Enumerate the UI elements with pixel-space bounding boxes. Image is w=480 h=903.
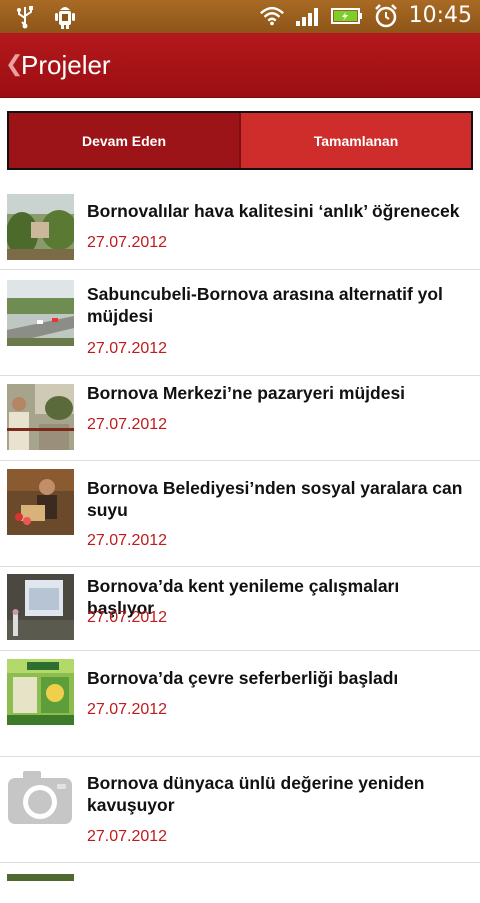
- item-date: 27.07.2012: [87, 828, 168, 845]
- thumbnail-image: [7, 384, 74, 450]
- segmented-tabs: Devam Eden Tamamlanan: [7, 111, 473, 170]
- item-title: Sabuncubeli-Bornova arasına alternatif y…: [87, 284, 443, 326]
- list-item[interactable]: Bornovalılar hava kalitesini ‘anlık’ öğr…: [0, 185, 480, 270]
- thumbnail-image: [7, 871, 74, 881]
- item-date: 27.07.2012: [87, 532, 168, 549]
- item-title: Bornova dünyaca ünlü değerine yeniden ka…: [87, 773, 425, 815]
- thumbnail-image: [7, 280, 74, 346]
- status-bar: 10:45: [0, 0, 480, 33]
- status-right: 10:45: [259, 3, 472, 29]
- list-item[interactable]: Bornova’da kent yenileme çalışmaları baş…: [0, 567, 480, 651]
- list-item[interactable]: Sabuncubeli-Bornova arasına alternatif y…: [0, 270, 480, 376]
- thumbnail-image: [7, 194, 74, 260]
- camera-placeholder-icon: [7, 766, 74, 832]
- thumbnail-image: [7, 574, 74, 640]
- thumbnail-image: [7, 659, 74, 725]
- thumbnail-image: [7, 469, 74, 535]
- signal-icon: [295, 3, 321, 29]
- wifi-icon: [259, 3, 285, 29]
- tab-devam-eden[interactable]: Devam Eden: [9, 113, 239, 168]
- item-date: 27.07.2012: [87, 701, 168, 718]
- item-title: Bornova Belediyesi’nden sosyal yaralara …: [87, 478, 463, 520]
- list-item[interactable]: Bornova dünyaca ünlü değerine yeniden ka…: [0, 757, 480, 863]
- project-list: Bornovalılar hava kalitesini ‘anlık’ öğr…: [0, 185, 480, 903]
- item-date: 27.07.2012: [87, 234, 168, 251]
- usb-icon: [12, 4, 38, 30]
- list-item[interactable]: Bornova Merkezi’ne pazaryeri müjdesi 27.…: [0, 376, 480, 461]
- status-left: [12, 4, 78, 30]
- list-item[interactable]: [0, 863, 480, 903]
- item-date: 27.07.2012: [87, 416, 168, 433]
- item-date: 27.07.2012: [87, 340, 168, 357]
- list-item[interactable]: Bornova Belediyesi’nden sosyal yaralara …: [0, 461, 480, 567]
- item-title: Bornovalılar hava kalitesini ‘anlık’ öğr…: [87, 201, 460, 221]
- page-title[interactable]: Projeler: [21, 49, 111, 81]
- tab-tamamlanan[interactable]: Tamamlanan: [239, 113, 471, 168]
- android-debug-icon: [52, 4, 78, 30]
- list-item[interactable]: Bornova’da çevre seferberliği başladı 27…: [0, 651, 480, 757]
- item-date: 27.07.2012: [87, 609, 168, 626]
- action-bar: ❮ Projeler: [0, 33, 480, 98]
- clock-time: 10:45: [408, 3, 472, 28]
- alarm-icon: [373, 3, 399, 29]
- item-title: Bornova’da çevre seferberliği başladı: [87, 668, 399, 688]
- item-title: Bornova Merkezi’ne pazaryeri müjdesi: [87, 383, 406, 403]
- battery-icon: [330, 3, 363, 29]
